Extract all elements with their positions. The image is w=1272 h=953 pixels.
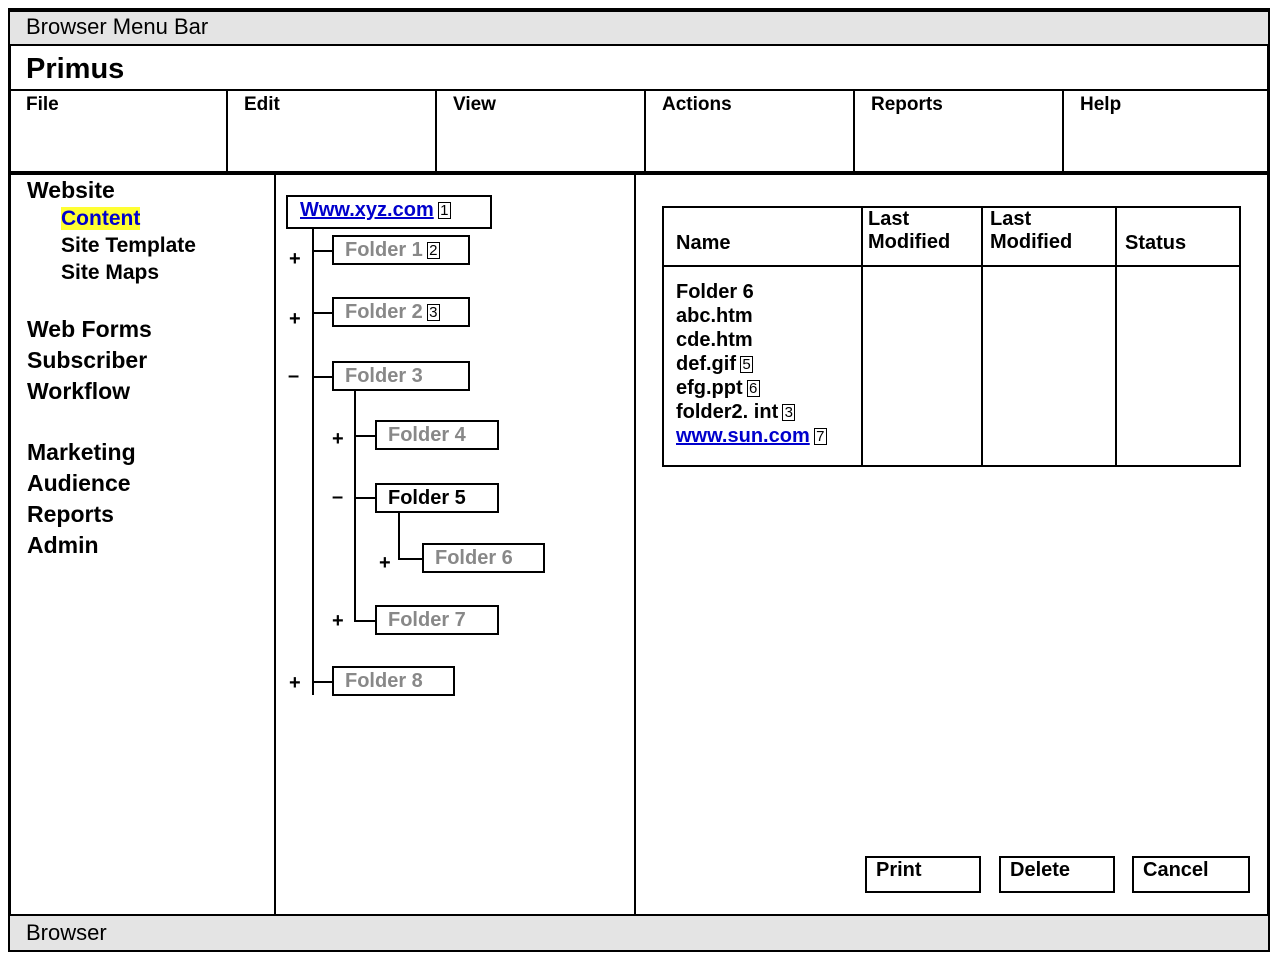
tree-connector xyxy=(398,558,423,560)
nav-marketing[interactable]: Marketing xyxy=(27,437,267,468)
content-table: Name Last Modified Last Modified Status … xyxy=(662,206,1241,467)
nav-workflow[interactable]: Workflow xyxy=(27,376,267,407)
menu-actions[interactable]: Actions xyxy=(644,93,853,173)
nav-site-maps[interactable]: Site Maps xyxy=(61,259,267,286)
row-name: def.gif xyxy=(676,353,736,375)
row-name: abc.htm xyxy=(676,305,753,327)
nav-audience[interactable]: Audience xyxy=(27,468,267,499)
column-header-name[interactable]: Name xyxy=(676,232,730,255)
app-title: Primus xyxy=(26,53,125,85)
name-column: Folder 6 abc.htm cde.htm def.gif 5 efg.pp… xyxy=(676,280,860,448)
tree-connector xyxy=(354,620,376,622)
table-row[interactable]: cde.htm xyxy=(676,328,860,352)
tree-connector xyxy=(354,435,376,437)
tree-node-folder-8[interactable]: Folder 8 xyxy=(332,666,455,696)
tree-node-folder-2[interactable]: Folder 23 xyxy=(332,297,470,327)
menu-help[interactable]: Help xyxy=(1062,93,1262,173)
menu-view[interactable]: View xyxy=(435,93,644,173)
tree-node-label: Folder 4 xyxy=(388,424,466,446)
tree-root[interactable]: Www.xyz.com 1 xyxy=(286,195,492,229)
divider xyxy=(981,208,983,465)
tree-connector xyxy=(354,497,376,499)
tree-node-label: Folder 2 xyxy=(345,301,423,323)
table-row[interactable]: abc.htm xyxy=(676,304,860,328)
expand-toggle[interactable]: + xyxy=(289,249,301,269)
menu-file[interactable]: File xyxy=(8,93,219,173)
tree-node-folder-5[interactable]: Folder 5 xyxy=(375,483,499,513)
tree-node-folder-6[interactable]: Folder 6 xyxy=(422,543,545,573)
tree-node-label: Folder 3 xyxy=(345,365,423,387)
nav-reports[interactable]: Reports xyxy=(27,499,267,530)
nav-site-template[interactable]: Site Template xyxy=(61,232,267,259)
browser-menu-bar: Browser Menu Bar xyxy=(8,10,1270,46)
nav-website[interactable]: Website xyxy=(27,176,267,205)
nav-admin[interactable]: Admin xyxy=(27,530,267,561)
tree-node-label: Folder 1 xyxy=(345,239,423,261)
tree-node-label: Folder 5 xyxy=(388,487,466,509)
table-row[interactable]: folder2. int 3 xyxy=(676,400,860,424)
callout-badge: 5 xyxy=(740,356,753,374)
tree-node-label: Folder 6 xyxy=(435,547,513,569)
divider xyxy=(861,208,863,465)
table-row[interactable]: www.sun.com 7 xyxy=(676,424,860,448)
expand-toggle[interactable]: + xyxy=(289,309,301,329)
expand-toggle[interactable]: + xyxy=(332,429,344,449)
browser-status-bar: Browser xyxy=(8,914,1270,952)
callout-badge: 1 xyxy=(437,202,451,220)
cancel-button[interactable]: Cancel xyxy=(1132,856,1250,893)
nav-subscriber[interactable]: Subscriber xyxy=(27,345,267,376)
tree-connector xyxy=(312,227,314,695)
left-nav: Website Content Site Template Site Maps … xyxy=(27,176,267,561)
row-name: cde.htm xyxy=(676,329,753,351)
tree-root-label[interactable]: Www.xyz.com xyxy=(300,199,434,221)
expand-toggle[interactable]: + xyxy=(379,553,391,573)
tree-connector xyxy=(312,376,332,378)
row-link[interactable]: www.sun.com xyxy=(676,425,810,447)
callout-badge: 6 xyxy=(746,380,760,398)
column-header-last-modified[interactable]: Last Modified xyxy=(990,208,1100,254)
divider xyxy=(8,171,1270,175)
menu-edit[interactable]: Edit xyxy=(226,93,435,173)
tree-connector xyxy=(398,513,400,559)
nav-web-forms[interactable]: Web Forms xyxy=(27,314,267,345)
tree-node-folder-3[interactable]: Folder 3 xyxy=(332,361,470,391)
browser-menu-bar-label: Browser Menu Bar xyxy=(26,14,209,39)
delete-button[interactable]: Delete xyxy=(999,856,1115,893)
print-button[interactable]: Print xyxy=(865,856,981,893)
tree-node-folder-4[interactable]: Folder 4 xyxy=(375,420,499,450)
expand-toggle[interactable]: + xyxy=(332,611,344,631)
callout-badge: 3 xyxy=(782,404,796,422)
tree-node-folder-7[interactable]: Folder 7 xyxy=(375,605,499,635)
nav-content[interactable]: Content xyxy=(61,207,141,230)
tree-node-label: Folder 8 xyxy=(345,670,423,692)
row-name: Folder 6 xyxy=(676,281,754,303)
divider xyxy=(1115,208,1117,465)
callout-badge: 7 xyxy=(813,428,827,446)
tree-connector xyxy=(312,312,332,314)
tree-connector xyxy=(312,681,332,683)
column-header-last-modified[interactable]: Last Modified xyxy=(868,208,978,254)
collapse-toggle[interactable]: – xyxy=(288,366,299,386)
table-row[interactable]: def.gif 5 xyxy=(676,352,860,376)
tree-connector xyxy=(354,390,356,622)
collapse-toggle[interactable]: – xyxy=(332,487,343,507)
tree-connector xyxy=(312,250,332,252)
folder-tree: Www.xyz.com 1 + Folder 12 + Folder 23 – F… xyxy=(276,175,634,914)
column-header-status[interactable]: Status xyxy=(1125,232,1186,255)
browser-status-bar-label: Browser xyxy=(26,920,107,945)
tree-node-label: Folder 7 xyxy=(388,609,466,631)
tree-node-folder-1[interactable]: Folder 12 xyxy=(332,235,470,265)
row-name: folder2. int xyxy=(676,401,779,423)
app-menu-bar: File Edit View Actions Reports Help xyxy=(8,91,1270,173)
menu-reports[interactable]: Reports xyxy=(853,93,1062,173)
expand-toggle[interactable]: + xyxy=(289,673,301,693)
callout-badge: 3 xyxy=(426,304,440,322)
divider xyxy=(664,265,1239,267)
callout-badge: 2 xyxy=(426,242,440,260)
row-name: efg.ppt xyxy=(676,377,743,399)
table-row[interactable]: efg.ppt 6 xyxy=(676,376,860,400)
table-row[interactable]: Folder 6 xyxy=(676,280,860,304)
divider xyxy=(634,175,636,914)
